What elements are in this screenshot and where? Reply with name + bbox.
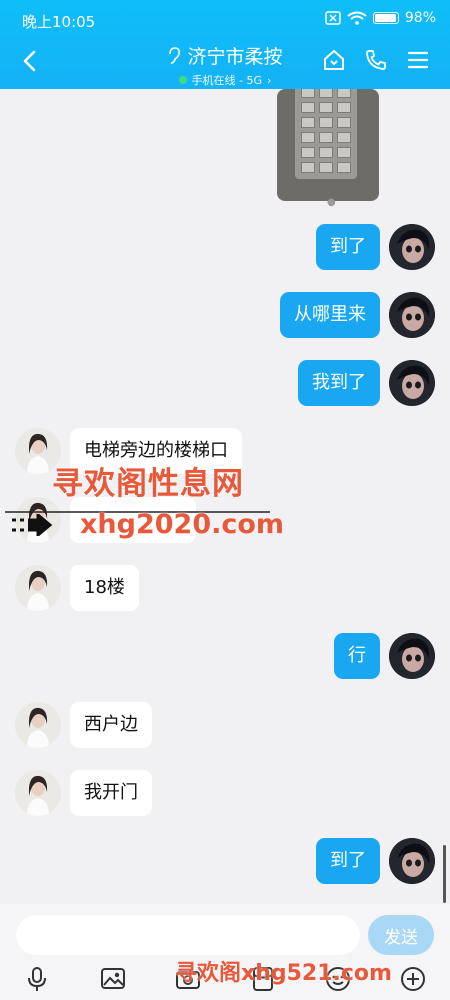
watermark-footer: 寻欢阁xhg521.com — [175, 961, 392, 986]
header-bar: 晚上10:05 98% 济宁市柔按 手机在线 - 5G › — [0, 0, 450, 89]
contact-avatar[interactable] — [15, 565, 61, 611]
online-status-dot — [178, 76, 187, 84]
contact-avatar[interactable] — [15, 702, 61, 748]
send-button[interactable]: 发送 — [368, 915, 434, 955]
my-avatar[interactable] — [389, 838, 435, 884]
elevator-photo[interactable] — [277, 89, 379, 201]
microphone-icon[interactable] — [24, 966, 50, 992]
arrow-right-icon — [12, 514, 53, 536]
my-avatar[interactable] — [389, 292, 435, 338]
ear-icon — [169, 46, 181, 64]
watermark-site-url: xhg2020.com — [80, 509, 285, 540]
mute-icon — [325, 11, 341, 25]
message-bubble[interactable]: 18楼 — [70, 565, 139, 611]
message-bubble[interactable]: 行 — [334, 633, 380, 679]
message-bubble[interactable]: 我到了 — [298, 360, 380, 406]
message-bubble[interactable]: 西户边 — [70, 702, 152, 748]
my-avatar[interactable] — [389, 360, 435, 406]
read-indicator: ● — [327, 197, 336, 208]
message-bubble[interactable]: 从哪里来 — [280, 292, 380, 338]
wifi-icon — [347, 11, 367, 25]
phone-icon[interactable] — [364, 48, 388, 72]
battery-icon — [372, 12, 399, 24]
chat-title: 济宁市柔按 — [187, 46, 283, 68]
photo-icon[interactable] — [100, 966, 126, 992]
battery-level: 98% — [404, 10, 436, 26]
my-avatar[interactable] — [389, 633, 435, 679]
chat-subtitle: 手机在线 - 5G — [191, 74, 263, 87]
menu-icon[interactable] — [406, 48, 430, 72]
my-avatar[interactable] — [389, 224, 435, 270]
scrollbar[interactable] — [443, 845, 446, 903]
message-bubble[interactable]: 到了 — [316, 224, 380, 270]
message-bubble[interactable]: 到了 — [316, 838, 380, 884]
chevron-right-icon: › — [267, 73, 272, 87]
message-bubble[interactable]: 我开门 — [70, 770, 152, 816]
home-icon[interactable] — [322, 48, 346, 72]
plus-icon[interactable] — [400, 966, 426, 992]
status-time: 晚上10:05 — [22, 13, 96, 31]
message-input[interactable] — [16, 915, 360, 955]
status-icons: 98% — [325, 10, 436, 26]
contact-avatar[interactable] — [15, 770, 61, 816]
watermark-site-name: 寻欢阁性息网 — [52, 466, 244, 502]
